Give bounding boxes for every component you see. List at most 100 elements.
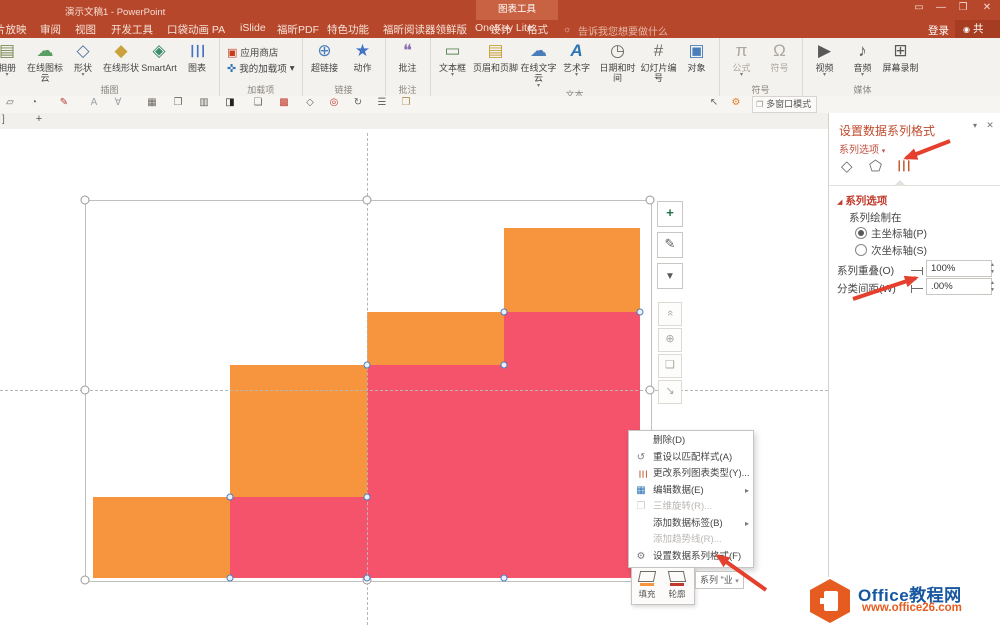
qbar-slides-tool-icon[interactable]: ▥ — [196, 97, 212, 108]
btn-object[interactable]: ▣ 对象 — [679, 40, 715, 73]
btn-date-time[interactable]: ◷ 日期和时间 — [597, 40, 639, 84]
chart-elements-button[interactable]: + — [657, 201, 683, 227]
overlap-slider-icon[interactable] — [911, 270, 923, 271]
btn-symbol[interactable]: Ω 符号 — [762, 40, 798, 73]
fill-line-tab-icon[interactable]: ◇ — [841, 157, 853, 175]
menu-item-reset-style[interactable]: ↺重设以匹配样式(A) — [629, 450, 753, 467]
btn-app-store[interactable]: ▣ 应用商店 — [227, 44, 278, 60]
menu-item-add-trendline[interactable]: 添加趋势线(R)... — [629, 532, 753, 549]
layers-button[interactable]: ❏ — [658, 354, 682, 378]
btn-online-icon-cloud[interactable]: ☁ 在线图标云 — [27, 40, 63, 84]
menu-item-3d-rotation[interactable]: ❐三维旋转(R)... — [629, 499, 753, 516]
resize-handle[interactable] — [646, 196, 655, 205]
pane-options-icon[interactable]: ▾ — [969, 121, 981, 130]
btn-audio[interactable]: ♪ 音频▾ — [845, 40, 881, 78]
series-point-handle[interactable] — [501, 362, 508, 369]
series-point-handle[interactable] — [637, 309, 644, 316]
qbar-font-tool-icon[interactable]: A — [86, 97, 102, 108]
restore-icon[interactable]: ❐ — [952, 2, 974, 13]
tab-islide[interactable]: iSlide — [240, 22, 266, 34]
tab-developer[interactable]: 开发工具 — [111, 22, 153, 37]
gap-spinner[interactable]: ▲▼ — [989, 280, 996, 294]
btn-hyperlink[interactable]: ⊕ 超链接 — [307, 40, 343, 73]
share-button[interactable]: ◉共享 — [955, 20, 1000, 38]
menu-item-add-data-labels[interactable]: 添加数据标签(B)▸ — [629, 516, 753, 533]
qbar-cursor-icon[interactable]: ↖ — [706, 97, 722, 108]
primary-axis-radio[interactable] — [855, 227, 867, 239]
close-icon[interactable]: ✕ — [976, 2, 998, 13]
tab-foxit-reader[interactable]: 福昕阅读器领鲜版 — [383, 22, 467, 37]
resize-button[interactable]: ↘ — [658, 380, 682, 404]
btn-header-footer[interactable]: ▤ 页眉和页脚 — [473, 40, 519, 73]
qbar-pattern-tool-icon[interactable]: ▩ — [276, 97, 292, 108]
btn-screen-record[interactable]: ⊞ 屏幕录制 — [883, 40, 919, 73]
outline-button[interactable]: 轮廓 — [662, 568, 692, 604]
btn-action[interactable]: ★ 动作 — [345, 40, 381, 73]
overlap-spinner[interactable]: ▲▼ — [989, 262, 996, 276]
menu-item-edit-data[interactable]: ▦编辑数据(E)▸ — [629, 483, 753, 500]
qbar-pen-tool-icon[interactable]: ✎ — [56, 97, 72, 108]
series-point-handle[interactable] — [227, 575, 234, 582]
collapse-buttons-button[interactable]: « — [658, 302, 682, 326]
btn-slide-number[interactable]: # 幻灯片编号 — [641, 40, 677, 84]
btn-comment[interactable]: ❝ 批注 — [390, 40, 426, 73]
resize-handle[interactable] — [81, 386, 90, 395]
menu-item-change-chart-type[interactable]: ☰更改系列图表类型(Y)... — [629, 466, 753, 483]
btn-album[interactable]: ▤ 相册▾ — [0, 40, 25, 78]
tab-review[interactable]: 审阅 — [40, 22, 61, 37]
qbar-shape-tool-icon[interactable]: ▱ — [2, 97, 18, 108]
qbar-diamond-tool-icon[interactable]: ◇ — [302, 97, 318, 108]
qbar-color-tool-icon[interactable]: ◨ — [222, 97, 238, 108]
qbar-paste-tool-icon[interactable]: ❏ — [250, 97, 266, 108]
resize-handle[interactable] — [646, 386, 655, 395]
minimize-icon[interactable]: — — [930, 2, 952, 13]
menu-item-delete[interactable]: 删除(D) — [629, 433, 753, 450]
btn-shapes[interactable]: ◇ 形状▾ — [65, 40, 101, 78]
resize-handle[interactable] — [81, 196, 90, 205]
chart-style-button[interactable]: ✎ — [657, 232, 683, 258]
ribbon-options-icon[interactable]: ▭ — [908, 2, 930, 13]
tab-foxit-pdf[interactable]: 福昕PDF — [277, 22, 319, 37]
new-window-tab-button[interactable]: + — [30, 113, 48, 128]
qbar-target-tool-icon[interactable]: ◎ — [326, 97, 342, 108]
btn-chart[interactable]: ☰ 图表 — [179, 40, 215, 73]
qbar-print-tool-icon[interactable]: ❐ — [170, 97, 186, 108]
sign-in-link[interactable]: 登录 — [928, 23, 949, 38]
qbar-gear-icon[interactable]: ⚙ — [728, 97, 744, 108]
btn-video[interactable]: ▶ 视频▾ — [807, 40, 843, 78]
tab-chart-design[interactable]: 设计 — [490, 22, 511, 37]
resize-handle[interactable] — [363, 196, 372, 205]
qbar-rotate-tool-icon[interactable]: ↻ — [350, 97, 366, 108]
series-point-handle[interactable] — [364, 494, 371, 501]
qbar-align-tool-icon[interactable]: ☰ — [374, 97, 390, 108]
btn-equation[interactable]: π 公式▾ — [724, 40, 760, 78]
document-tab[interactable]: ] — [2, 114, 5, 125]
series-point-handle[interactable] — [364, 362, 371, 369]
series-options-dropdown[interactable]: 系列选项 ▾ — [839, 141, 885, 156]
qbar-folder-tool-icon[interactable]: ❒ — [398, 97, 414, 108]
tab-pocket-animation[interactable]: 口袋动画 PA — [167, 22, 225, 37]
resize-handle[interactable] — [81, 576, 90, 585]
series-point-handle[interactable] — [501, 575, 508, 582]
pane-close-icon[interactable]: ✕ — [984, 120, 996, 131]
gap-width-input[interactable]: .00% — [926, 278, 992, 295]
series-options-tab-icon[interactable]: ☰ — [897, 157, 910, 175]
btn-online-shapes[interactable]: ◆ 在线形状 — [103, 40, 139, 73]
series-selector-dropdown[interactable]: 系列 "业 ▾ — [695, 571, 744, 589]
qbar-circle-tool-icon[interactable]: ◔ — [26, 97, 42, 108]
btn-my-addins[interactable]: ✜ 我的加载项 ▾ — [227, 60, 295, 76]
tab-special-features[interactable]: 特色功能 — [327, 22, 369, 37]
btn-online-wordcloud[interactable]: ☁ 在线文字云▾ — [521, 40, 557, 89]
qbar-char-flip-icon[interactable]: ∀ — [110, 97, 126, 108]
secondary-axis-radio[interactable] — [855, 244, 867, 256]
chart-filter-button[interactable]: ▼ — [657, 263, 683, 289]
gap-slider-icon[interactable] — [911, 288, 923, 289]
series-overlap-input[interactable]: 100% — [926, 260, 992, 277]
series-point-handle[interactable] — [227, 494, 234, 501]
tab-slideshow[interactable]: 片放映 — [0, 22, 27, 37]
series-point-handle[interactable] — [501, 309, 508, 316]
series-point-handle[interactable] — [364, 575, 371, 582]
tell-me-search[interactable]: 告诉我您想要做什么 — [578, 23, 668, 38]
btn-textbox[interactable]: ▭ 文本框▾ — [435, 40, 471, 78]
multi-window-mode-button[interactable]: ❐多窗口模式 — [752, 96, 817, 113]
